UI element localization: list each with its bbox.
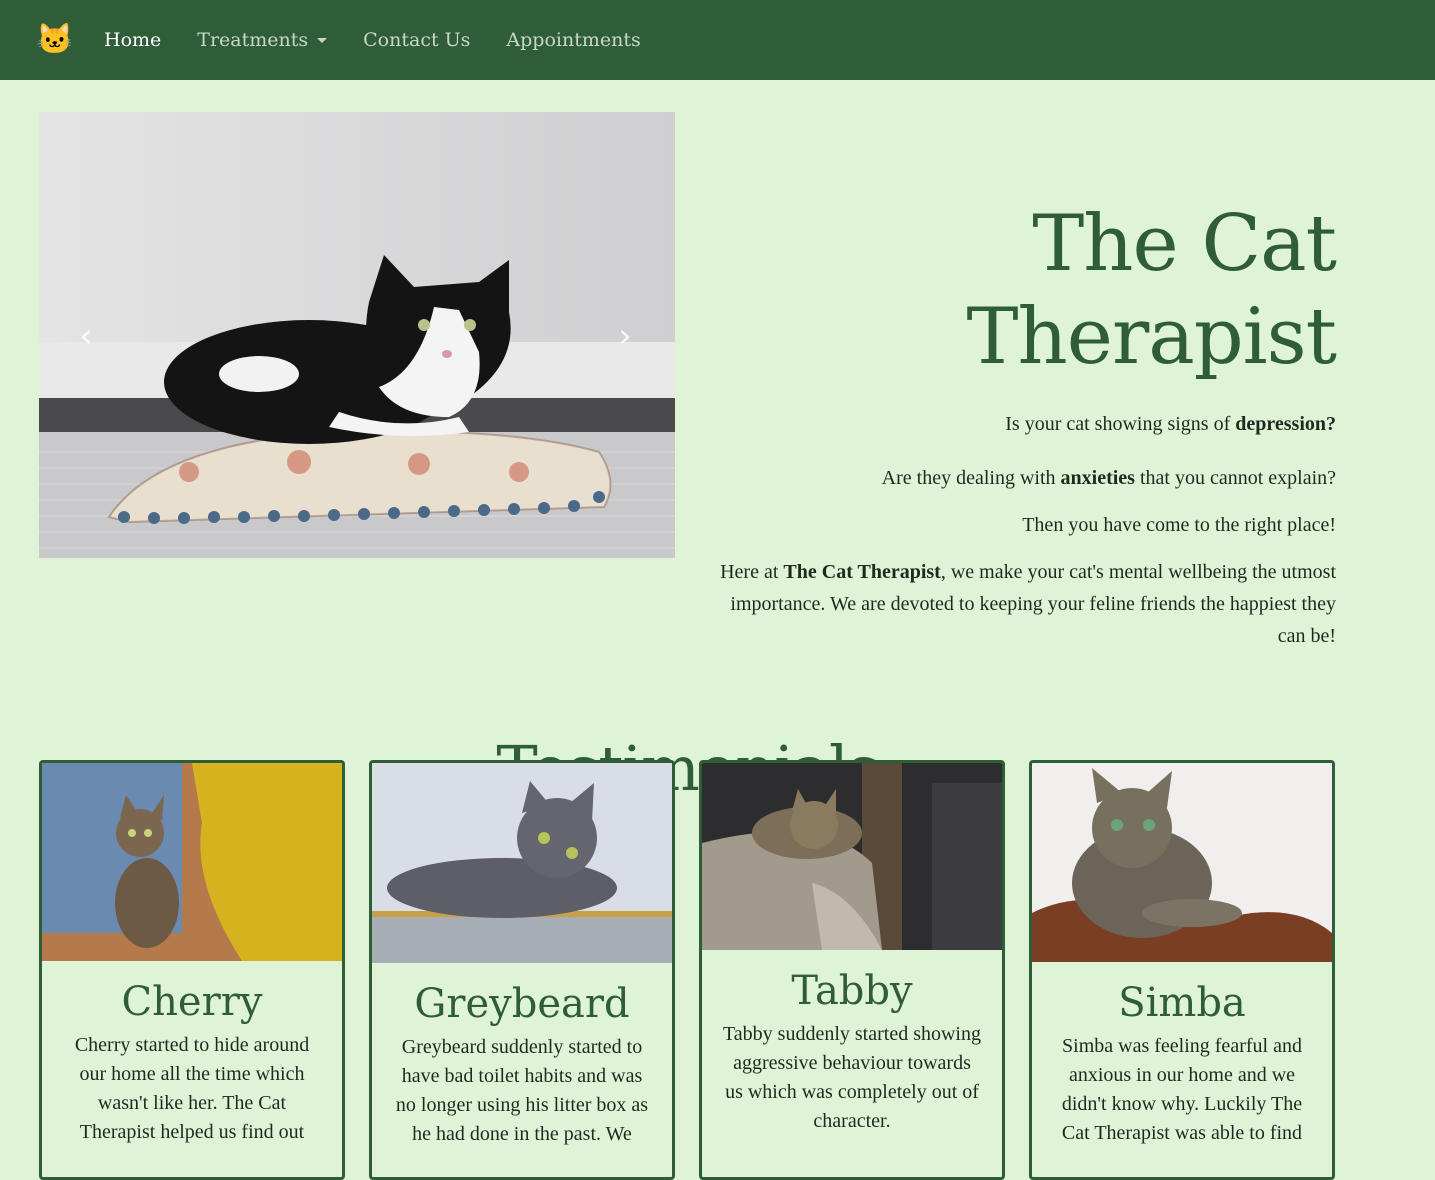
nav-treatments-label: Treatments bbox=[197, 29, 309, 51]
testimonial-card: Greybeard Greybeard suddenly started to … bbox=[369, 760, 675, 1180]
testimonial-card: Simba Simba was feeling fearful and anxi… bbox=[1029, 760, 1335, 1180]
hero-q2-bold: anxieties bbox=[1060, 467, 1135, 489]
testimonial-card: Cherry Cherry started to hide around our… bbox=[39, 760, 345, 1180]
cherry-photo bbox=[42, 763, 342, 961]
caret-down-icon bbox=[317, 37, 328, 43]
hero-section: ‹ › The Cat Therapist Is your cat showin… bbox=[0, 80, 1435, 805]
testimonial-card: Tabby Tabby suddenly started showing agg… bbox=[699, 760, 1005, 1180]
hero-q2-text-end: that you cannot explain? bbox=[1134, 467, 1336, 489]
nav-contact-us[interactable]: Contact Us bbox=[363, 29, 470, 51]
hero-question-anxieties: Are they dealing with anxieties that you… bbox=[700, 462, 1336, 494]
testimonial-text: Tabby suddenly started showing aggressiv… bbox=[722, 1023, 981, 1132]
testimonial-name: Tabby bbox=[791, 968, 913, 1014]
chevron-right-icon[interactable]: › bbox=[605, 312, 645, 360]
testimonial-name: Cherry bbox=[121, 979, 263, 1025]
hero-q1-bold: depression? bbox=[1235, 413, 1336, 435]
hero-q1-text: Is your cat showing signs of bbox=[1005, 413, 1236, 435]
hero-desc-bold: The Cat Therapist bbox=[783, 561, 941, 583]
page-title-line1: The Cat bbox=[1032, 199, 1337, 289]
tabby-photo bbox=[702, 763, 1002, 950]
page-title: The Cat Therapist bbox=[700, 198, 1337, 384]
cat-face-icon[interactable]: 🐱 bbox=[36, 23, 73, 57]
carousel-cat-photo bbox=[39, 112, 675, 558]
testimonial-text: Cherry started to hide around our home a… bbox=[74, 1034, 310, 1143]
nav-appointments[interactable]: Appointments bbox=[506, 29, 640, 51]
hero-q2-text: Are they dealing with bbox=[881, 467, 1061, 489]
testimonial-text: Simba was feeling fearful and anxious in… bbox=[1061, 1035, 1303, 1144]
page-title-line2: Therapist bbox=[966, 292, 1337, 382]
nav-treatments-dropdown[interactable]: Treatments bbox=[197, 29, 328, 51]
testimonial-text: Greybeard suddenly started to have bad t… bbox=[395, 1036, 649, 1145]
chevron-left-icon[interactable]: ‹ bbox=[66, 312, 106, 360]
nav-home[interactable]: Home bbox=[104, 29, 161, 51]
hero-description: Here at The Cat Therapist, we make your … bbox=[700, 556, 1336, 652]
top-navbar: 🐱 Home Treatments Contact Us Appointment… bbox=[0, 0, 1435, 80]
image-carousel: ‹ › bbox=[39, 112, 675, 558]
testimonial-name: Simba bbox=[1118, 980, 1246, 1026]
testimonial-name: Greybeard bbox=[414, 981, 630, 1027]
hero-question-depression: Is your cat showing signs of depression? bbox=[700, 408, 1336, 440]
hero-right-place: Then you have come to the right place! bbox=[1022, 514, 1336, 536]
simba-photo bbox=[1032, 763, 1332, 962]
greybeard-photo bbox=[372, 763, 672, 963]
hero-text-block: The Cat Therapist Is your cat showing si… bbox=[700, 198, 1337, 652]
hero-desc-start: Here at bbox=[720, 561, 784, 583]
